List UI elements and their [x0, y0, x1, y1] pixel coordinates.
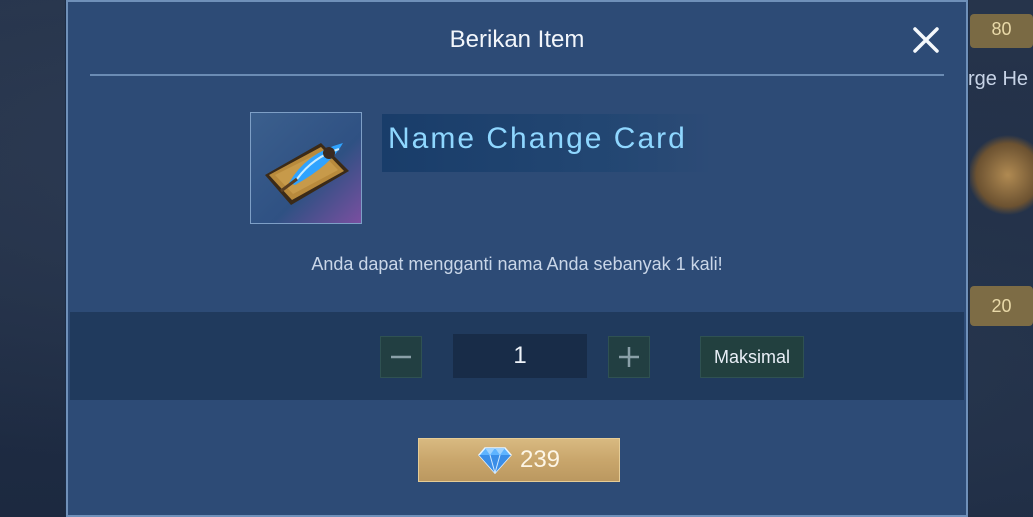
background-item-icon [970, 132, 1033, 218]
diamond-icon [477, 447, 512, 474]
item-icon-frame [250, 112, 362, 224]
quantity-field[interactable]: 1 [453, 334, 587, 378]
give-item-dialog: Berikan Item Name Change Card Anda dapat… [66, 0, 968, 517]
item-name: Name Change Card [388, 122, 687, 155]
background-chip-top: 80 [970, 14, 1033, 48]
close-icon [913, 27, 939, 53]
plus-icon [619, 347, 639, 367]
background-side-panel: 80 rge He 20 [962, 0, 1033, 517]
item-description: Anda dapat mengganti nama Anda sebanyak … [311, 254, 723, 274]
minus-icon [391, 355, 411, 359]
title-divider [90, 74, 944, 76]
increase-quantity-button[interactable] [608, 336, 650, 378]
background-label: rge He [968, 68, 1029, 90]
price-label: 239 [519, 446, 561, 473]
close-button[interactable] [908, 22, 944, 58]
dialog-title: Berikan Item [449, 26, 585, 53]
max-quantity-button[interactable]: Maksimal [700, 336, 804, 378]
background-chip-mid: 20 [970, 286, 1033, 326]
purchase-button[interactable]: 239 [418, 438, 620, 482]
name-change-card-icon [265, 143, 349, 205]
decrease-quantity-button[interactable] [380, 336, 422, 378]
